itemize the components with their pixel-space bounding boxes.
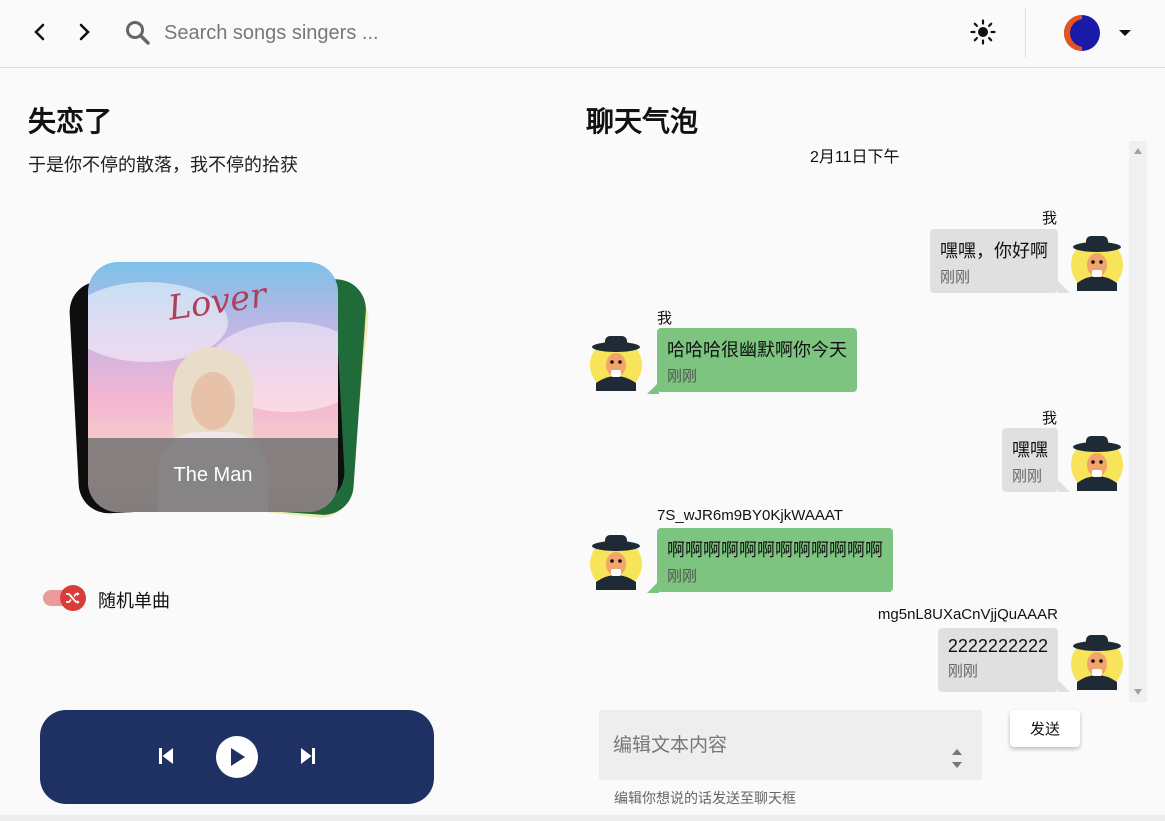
chat-avatar-icon	[1071, 236, 1123, 291]
chevron-right-icon	[79, 23, 90, 41]
chat-avatar-icon	[1071, 436, 1123, 491]
search-input[interactable]	[164, 16, 584, 50]
input-helper-text: 编辑你想说的话发送至聊天框	[614, 790, 796, 806]
song-lyric: 于是你不停的散落，我不停的拾获	[28, 155, 298, 175]
chat-date: 2月11日下午	[810, 149, 900, 166]
input-resize-spinner[interactable]	[949, 745, 965, 773]
message-sender: 我	[1042, 210, 1058, 227]
chevron-left-icon	[34, 23, 45, 41]
skip-next-icon	[301, 748, 315, 764]
message-sender: 我	[1042, 410, 1058, 427]
message-time: 刚刚	[667, 568, 698, 585]
spin-down-icon[interactable]	[952, 762, 962, 768]
chat-title: 聊天气泡	[586, 106, 699, 137]
send-button[interactable]: 发送	[1010, 710, 1080, 747]
theme-toggle-button[interactable]	[968, 17, 998, 47]
play-icon	[231, 748, 245, 766]
caret-down-icon	[1119, 30, 1131, 36]
back-button[interactable]	[26, 18, 54, 46]
album-script-logo: Lover	[165, 275, 269, 329]
next-track-button[interactable]	[298, 745, 318, 767]
previous-track-button[interactable]	[156, 745, 176, 767]
scroll-up-arrow-icon[interactable]	[1134, 148, 1142, 154]
message-time: 刚刚	[667, 368, 698, 385]
message-sender: 7S_wJR6m9BY0KjkWAAAT	[657, 507, 843, 524]
search-icon	[126, 21, 150, 45]
song-title: 失恋了	[28, 106, 113, 137]
app-header	[0, 0, 1165, 68]
forward-button[interactable]	[70, 18, 98, 46]
message-time: 刚刚	[1012, 468, 1043, 485]
play-button[interactable]	[216, 736, 258, 778]
message-sender: mg5nL8UXaCnVjjQuAAAR	[877, 606, 1058, 623]
message-bubble: 啊啊啊啊啊啊啊啊啊啊啊啊 刚刚	[657, 528, 893, 592]
sun-icon	[970, 19, 996, 45]
shuffle-icon	[66, 592, 80, 604]
message-sender: 我	[657, 310, 673, 327]
message-input-box[interactable]	[599, 710, 982, 780]
bottom-edge	[0, 815, 1165, 821]
message-text: 啊啊啊啊啊啊啊啊啊啊啊啊	[667, 540, 883, 560]
message-time: 刚刚	[947, 663, 978, 680]
header-divider	[1025, 8, 1026, 58]
user-avatar[interactable]	[1064, 15, 1100, 51]
spin-up-icon[interactable]	[952, 749, 962, 755]
message-bubble: 嘿嘿，你好啊 刚刚	[930, 229, 1058, 293]
scroll-down-arrow-icon[interactable]	[1134, 689, 1142, 695]
message-time: 刚刚	[940, 269, 971, 286]
chat-avatar-icon	[1071, 635, 1123, 690]
chat-avatar-icon	[590, 535, 642, 590]
album-cover-title: The Man	[88, 438, 338, 512]
shuffle-toggle[interactable]	[60, 585, 86, 611]
chat-message-list[interactable]: 2月11日下午 我 嘿嘿，你好啊 刚刚 我 哈哈哈很幽默啊你今天 刚刚 我 嘿嘿…	[586, 140, 1146, 702]
message-text: 嘿嘿	[1012, 440, 1048, 460]
message-text: 嘿嘿，你好啊	[940, 241, 1048, 261]
message-bubble: 哈哈哈很幽默啊你今天 刚刚	[657, 328, 857, 392]
message-bubble: 2222222222 刚刚	[937, 628, 1058, 692]
shuffle-label: 随机单曲	[98, 591, 170, 611]
message-text: 哈哈哈很幽默啊你今天	[667, 340, 847, 360]
chat-scrollbar[interactable]	[1129, 141, 1147, 702]
skip-previous-icon	[159, 748, 173, 764]
message-bubble: 嘿嘿 刚刚	[1002, 428, 1058, 492]
message-text: 2222222222	[947, 636, 1048, 656]
album-carousel[interactable]: Lover The Man	[68, 262, 372, 522]
player-controls	[40, 710, 434, 804]
chat-avatar-icon	[590, 336, 642, 391]
message-input[interactable]	[613, 730, 933, 762]
account-menu-button[interactable]	[1114, 22, 1136, 44]
album-cover[interactable]: Lover The Man	[88, 262, 338, 512]
